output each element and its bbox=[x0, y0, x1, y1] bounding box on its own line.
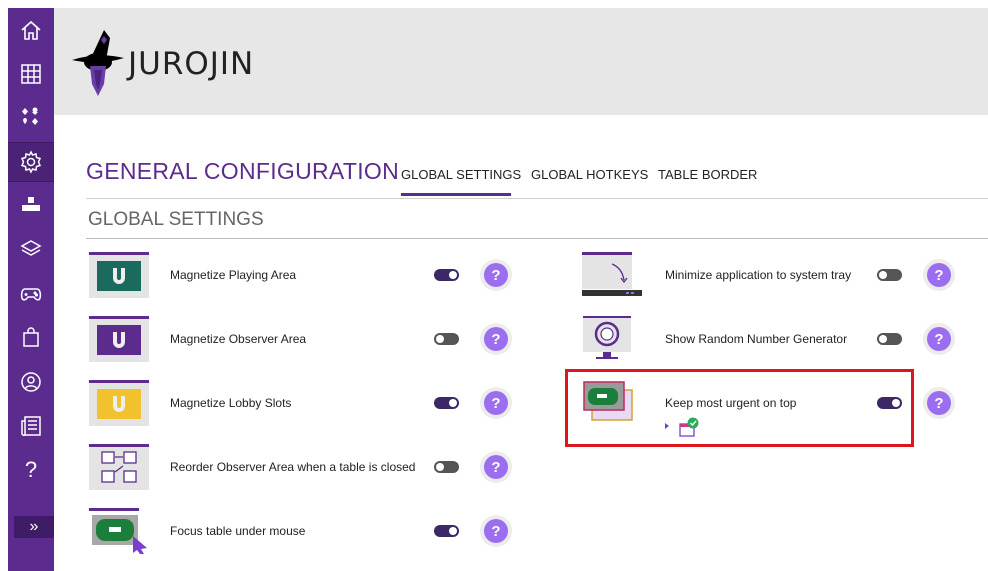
section-divider bbox=[86, 238, 988, 239]
gear-icon bbox=[20, 150, 42, 174]
nav-games[interactable] bbox=[8, 275, 54, 313]
help-button[interactable]: ? bbox=[927, 391, 951, 415]
show-rng-toggle[interactable] bbox=[877, 333, 902, 345]
home-icon bbox=[21, 20, 41, 40]
logo-wizard-icon bbox=[72, 30, 124, 96]
magnet-observer-area-icon bbox=[89, 316, 149, 362]
nav-news[interactable] bbox=[8, 407, 54, 445]
gamepad-icon bbox=[20, 288, 42, 301]
magnet-lobby-slots-icon bbox=[89, 380, 149, 426]
header: JUROJIN bbox=[54, 8, 988, 115]
help-button[interactable]: ? bbox=[484, 263, 508, 287]
nav-store[interactable] bbox=[8, 318, 54, 356]
reorder-observer-area-toggle[interactable] bbox=[434, 461, 459, 473]
help-button[interactable]: ? bbox=[484, 327, 508, 351]
setting-label: Focus table under mouse bbox=[170, 524, 306, 538]
grid-icon bbox=[21, 64, 41, 84]
focus-table-icon bbox=[89, 508, 149, 554]
magnetize-lobby-slots-toggle[interactable] bbox=[434, 397, 459, 409]
page-title: GENERAL CONFIGURATION bbox=[86, 158, 399, 184]
nav-layers[interactable] bbox=[8, 230, 54, 268]
card-suits-icon bbox=[22, 107, 38, 125]
nav-tables[interactable] bbox=[8, 55, 54, 93]
keyboard-icon bbox=[22, 197, 40, 211]
tab-global-settings[interactable]: GLOBAL SETTINGS bbox=[401, 167, 521, 182]
help-button[interactable]: ? bbox=[927, 327, 951, 351]
news-icon bbox=[21, 416, 41, 437]
user-icon bbox=[21, 372, 41, 392]
setting-label: Magnetize Lobby Slots bbox=[170, 396, 292, 410]
magnetize-observer-area-toggle[interactable] bbox=[434, 333, 459, 345]
highlight-box bbox=[565, 369, 914, 447]
setting-label: Magnetize Observer Area bbox=[170, 332, 307, 346]
divider bbox=[86, 198, 988, 199]
setting-label: Minimize application to system tray bbox=[665, 268, 852, 282]
nav-cards[interactable] bbox=[8, 98, 54, 136]
help-button[interactable]: ? bbox=[484, 391, 508, 415]
tab-global-hotkeys[interactable]: GLOBAL HOTKEYS bbox=[531, 167, 648, 182]
nav-settings[interactable] bbox=[8, 142, 54, 182]
magnetize-playing-area-toggle[interactable] bbox=[434, 269, 459, 281]
section-title: GLOBAL SETTINGS bbox=[88, 209, 264, 230]
layers-icon bbox=[20, 240, 42, 256]
question-icon: ? bbox=[24, 457, 38, 482]
system-tray-icon bbox=[582, 252, 642, 298]
nav-home[interactable] bbox=[8, 12, 54, 50]
help-button[interactable]: ? bbox=[484, 455, 508, 479]
active-tab-indicator bbox=[401, 193, 511, 196]
bag-icon bbox=[23, 327, 39, 347]
tab-table-border[interactable]: TABLE BORDER bbox=[658, 167, 757, 182]
setting-label: Reorder Observer Area when a table is cl… bbox=[170, 460, 416, 474]
nav-account[interactable] bbox=[8, 363, 54, 401]
setting-label: Show Random Number Generator bbox=[665, 332, 848, 346]
sidebar: ? » bbox=[8, 8, 54, 571]
reorder-observer-icon bbox=[89, 444, 149, 490]
rng-monitor-icon bbox=[582, 316, 642, 362]
magnet-playing-area-icon bbox=[89, 252, 149, 298]
nav-help[interactable]: ? bbox=[8, 451, 54, 489]
focus-table-toggle[interactable] bbox=[434, 525, 459, 537]
expand-sidebar-button[interactable]: » bbox=[14, 516, 54, 538]
nav-hotkeys[interactable] bbox=[8, 188, 54, 226]
logo-text: JUROJIN bbox=[128, 46, 255, 82]
help-button[interactable]: ? bbox=[484, 519, 508, 543]
help-button[interactable]: ? bbox=[927, 263, 951, 287]
minimize-to-tray-toggle[interactable] bbox=[877, 269, 902, 281]
setting-label: Magnetize Playing Area bbox=[170, 268, 297, 282]
